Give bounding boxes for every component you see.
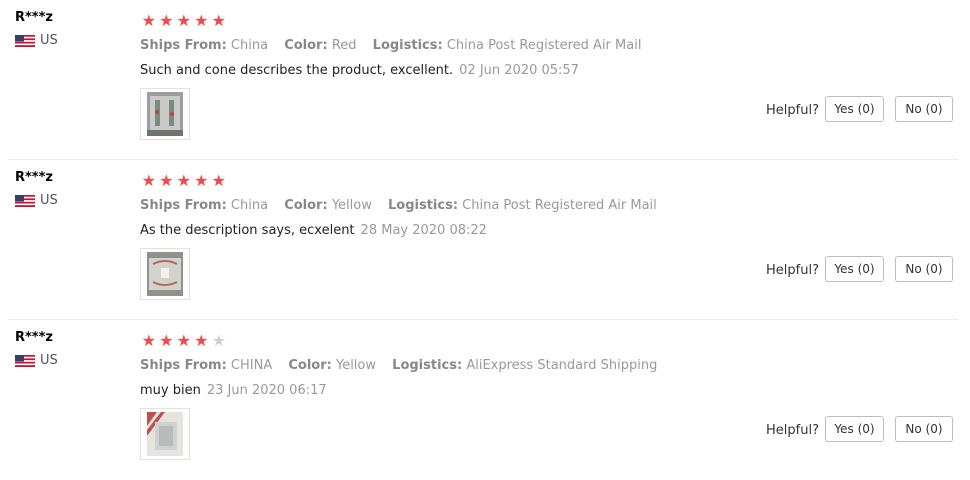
rating-stars: ★ ★ ★ ★ ★ (141, 332, 227, 350)
review-photo-thumbnail[interactable] (140, 248, 190, 300)
ships-from-label: Ships From: (140, 38, 227, 53)
color-label: Color: (284, 38, 328, 53)
star-icon: ★ (176, 171, 191, 190)
review-date: 02 Jun 2020 05:57 (459, 63, 579, 78)
star-icon: ★ (211, 11, 226, 30)
us-flag-icon (15, 194, 35, 207)
country-code: US (40, 33, 58, 48)
product-photo (147, 252, 183, 296)
review-photo-thumbnail[interactable] (140, 408, 190, 460)
logistics-label: Logistics: (387, 198, 459, 213)
logistics-value: AliExpress Standard Shipping (466, 358, 658, 373)
star-icon: ★ (159, 331, 174, 350)
helpful-no-button[interactable]: No (0) (895, 416, 953, 442)
logistics-label: Logistics: (372, 38, 443, 53)
ships-from-value: China (230, 198, 269, 213)
helpful-yes-button[interactable]: Yes (0) (825, 256, 884, 282)
reviewer-country: US (15, 33, 58, 48)
reviewer-name: R***z (15, 330, 53, 345)
reviewer-country: US (15, 353, 58, 368)
logistics-value: China Post Registered Air Mail (462, 198, 657, 213)
review-item: R***z US ★ ★ ★ ★ ★ Ships From: China Color: … (0, 160, 970, 320)
rating-stars: ★ ★ ★ ★ ★ (141, 12, 227, 30)
ships-from-value: China (230, 38, 269, 53)
review-photo-thumbnail[interactable] (140, 88, 190, 140)
review-text-row: muy bien 23 Jun 2020 06:17 (140, 383, 327, 398)
color-label: Color: (288, 358, 332, 373)
helpful-no-button[interactable]: No (0) (895, 256, 953, 282)
helpful-no-button[interactable]: No (0) (895, 96, 953, 122)
color-label: Color: (284, 198, 328, 213)
us-flag-icon (15, 34, 35, 47)
review-item: R***z US ★ ★ ★ ★ ★ Ships From: CHINA Color: … (0, 320, 970, 480)
star-icon: ★ (194, 11, 209, 30)
review-date: 23 Jun 2020 06:17 (206, 383, 327, 398)
reviewer-name: R***z (15, 10, 53, 25)
helpful-label: Helpful? (766, 103, 819, 118)
helpful-yes-button[interactable]: Yes (0) (825, 416, 884, 442)
star-icon: ★ (176, 331, 191, 350)
review-meta: Ships From: CHINA Color: Yellow Logistic… (140, 358, 669, 373)
star-icon: ★ (176, 11, 191, 30)
ships-from-label: Ships From: (140, 358, 227, 373)
review-meta: Ships From: China Color: Red Logistics: … (140, 38, 653, 53)
star-icon: ★ (159, 11, 174, 30)
country-code: US (40, 353, 58, 368)
star-icon: ★ (141, 11, 156, 30)
review-text-row: Such and cone describes the product, exc… (140, 63, 579, 78)
rating-stars: ★ ★ ★ ★ ★ (141, 172, 227, 190)
color-value: Yellow (331, 198, 372, 213)
reviewer-country: US (15, 193, 58, 208)
logistics-label: Logistics: (392, 358, 463, 373)
star-icon: ★ (141, 331, 156, 350)
ships-from-label: Ships From: (140, 198, 227, 213)
review-text: Such and cone describes the product, exc… (140, 63, 454, 78)
star-icon: ★ (194, 171, 209, 190)
helpful-label: Helpful? (766, 423, 819, 438)
review-date: 28 May 2020 08:22 (360, 223, 487, 238)
product-photo (147, 92, 183, 136)
review-text-row: As the description says, ecxelent 28 May … (140, 223, 487, 238)
color-value: Yellow (335, 358, 377, 373)
review-item: R***z US ★ ★ ★ ★ ★ Ships From: China Color: … (0, 0, 970, 160)
star-icon: ★ (159, 171, 174, 190)
review-text: As the description says, ecxelent (140, 223, 355, 238)
product-photo (147, 412, 183, 456)
us-flag-icon (15, 354, 35, 367)
ships-from-value: CHINA (230, 358, 273, 373)
helpful-yes-button[interactable]: Yes (0) (825, 96, 884, 122)
review-text: muy bien (140, 383, 201, 398)
star-icon: ★ (211, 331, 226, 350)
country-code: US (40, 193, 58, 208)
color-value: Red (331, 38, 357, 53)
helpful-label: Helpful? (766, 263, 819, 278)
star-icon: ★ (194, 331, 209, 350)
logistics-value: China Post Registered Air Mail (446, 38, 642, 53)
reviewer-name: R***z (15, 170, 53, 185)
star-icon: ★ (211, 171, 226, 190)
star-icon: ★ (141, 171, 156, 190)
review-meta: Ships From: China Color: Yellow Logistic… (140, 198, 669, 213)
